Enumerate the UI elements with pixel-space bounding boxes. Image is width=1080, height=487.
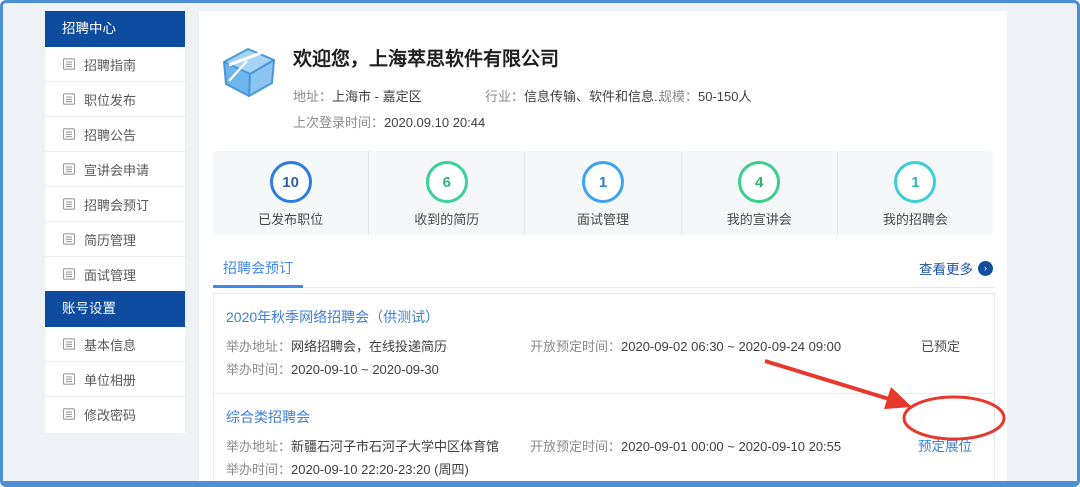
address-field: 地址：上海市 - 嘉定区 xyxy=(293,89,422,104)
scale-field: 规模：50-150人 xyxy=(659,86,752,105)
scale-label: 规模： xyxy=(659,89,698,104)
company-meta-row: 地址：上海市 - 嘉定区 行业：信息传输、软件和信息... 规模：50-150人 xyxy=(293,86,993,105)
sidebar: 招聘中心 招聘指南 职位发布 招聘公告 宣讲会申请 招聘会预订 简历管理 面试管… xyxy=(45,11,185,433)
stat-received-resumes[interactable]: 6 收到的简历 xyxy=(368,151,524,235)
sidebar-item-label: 招聘公告 xyxy=(84,125,136,144)
stat-circle-my-seminars: 4 xyxy=(738,161,780,203)
jobfair-time-line: 举办时间：2020-09-10 22:20-23:20 (周四) xyxy=(226,461,978,479)
document-icon xyxy=(62,232,76,246)
sidebar-item-label: 单位相册 xyxy=(84,370,136,389)
held-time-value: 2020-09-10 ~ 2020-09-30 xyxy=(291,362,439,377)
venue-label: 举办地址： xyxy=(226,339,291,354)
sidebar-item-label: 宣讲会申请 xyxy=(84,160,149,179)
document-icon xyxy=(62,267,76,281)
sidebar-item-company-album[interactable]: 单位相册 xyxy=(45,361,185,396)
sidebar-item-job-publish[interactable]: 职位发布 xyxy=(45,81,185,116)
document-icon xyxy=(62,407,76,421)
sidebar-item-change-password[interactable]: 修改密码 xyxy=(45,396,185,431)
document-icon xyxy=(62,92,76,106)
sidebar-section-recruit-center: 招聘中心 xyxy=(45,11,185,47)
jobfair-title-link[interactable]: 综合类招聘会 xyxy=(226,407,310,427)
industry-label: 行业： xyxy=(485,89,524,104)
stat-label: 已发布职位 xyxy=(258,209,323,228)
venue-value: 网络招聘会，在线投递简历 xyxy=(291,339,447,354)
sidebar-item-label: 基本信息 xyxy=(84,335,136,354)
last-login-field: 上次登录时间：2020.09.10 20:44 xyxy=(293,112,485,131)
sidebar-item-label: 职位发布 xyxy=(84,90,136,109)
stat-label: 我的招聘会 xyxy=(883,209,948,228)
view-more-label: 查看更多 xyxy=(919,258,973,278)
stat-circle-interview-manage: 1 xyxy=(582,161,624,203)
jobfair-row-comprehensive: 综合类招聘会 举办地址：新疆石河子市石河子大学中区体育馆 开放预定时间：2020… xyxy=(214,393,994,487)
sidebar-section-account-settings: 账号设置 xyxy=(45,291,185,327)
document-icon xyxy=(62,337,76,351)
jobfair-detail-line: 举办地址：网络招聘会，在线投递简历 开放预定时间：2020-09-02 06:3… xyxy=(226,338,978,356)
held-time-label: 举办时间： xyxy=(226,462,291,477)
sidebar-item-seminar-apply[interactable]: 宣讲会申请 xyxy=(45,151,185,186)
address-label: 地址： xyxy=(293,89,332,104)
stat-published-jobs[interactable]: 10 已发布职位 xyxy=(213,151,368,235)
document-icon xyxy=(62,57,76,71)
sidebar-item-recruit-notice[interactable]: 招聘公告 xyxy=(45,116,185,151)
sidebar-item-label: 修改密码 xyxy=(84,405,136,424)
document-icon xyxy=(62,372,76,386)
held-time-label: 举办时间： xyxy=(226,362,291,377)
open-time-value: 2020-09-02 06:30 ~ 2020-09-24 09:00 xyxy=(621,339,841,354)
app-window: 招聘中心 招聘指南 职位发布 招聘公告 宣讲会申请 招聘会预订 简历管理 面试管… xyxy=(0,0,1080,487)
jobfair-detail-line: 举办地址：新疆石河子市石河子大学中区体育馆 开放预定时间：2020-09-01 … xyxy=(226,438,978,456)
stat-interview-manage[interactable]: 1 面试管理 xyxy=(524,151,680,235)
open-time-label: 开放预定时间： xyxy=(530,439,621,454)
jobfair-row-autumn-online: 2020年秋季网络招聘会（供测试） 举办地址：网络招聘会，在线投递简历 开放预定… xyxy=(214,294,994,393)
stat-my-seminars[interactable]: 4 我的宣讲会 xyxy=(681,151,837,235)
company-logo-icon xyxy=(217,39,281,103)
industry-value: 信息传输、软件和信息... xyxy=(524,89,665,104)
stat-label: 收到的简历 xyxy=(414,209,479,228)
address-value: 上海市 - 嘉定区 xyxy=(332,89,422,104)
status-badge-booked: 已预定 xyxy=(921,338,960,356)
last-login-label: 上次登录时间： xyxy=(293,115,384,130)
stat-label: 我的宣讲会 xyxy=(727,209,792,228)
sidebar-item-label: 招聘指南 xyxy=(84,55,136,74)
sidebar-item-label: 面试管理 xyxy=(84,265,136,284)
document-icon xyxy=(62,162,76,176)
venue-value: 新疆石河子市石河子大学中区体育馆 xyxy=(291,439,499,454)
welcome-title: 欢迎您，上海萃思软件有限公司 xyxy=(293,44,559,71)
stat-my-jobfairs[interactable]: 1 我的招聘会 xyxy=(837,151,993,235)
book-booth-link[interactable]: 预定展位 xyxy=(918,438,972,456)
sidebar-item-interview-manage[interactable]: 面试管理 xyxy=(45,256,185,291)
stats-bar: 10 已发布职位 6 收到的简历 1 面试管理 4 我的宣讲会 1 我的招聘会 xyxy=(213,151,993,235)
jobfair-section-header: 招聘会预订 查看更多 › xyxy=(213,249,995,288)
sidebar-item-basic-info[interactable]: 基本信息 xyxy=(45,327,185,361)
venue-label: 举办地址： xyxy=(226,439,291,454)
stat-circle-received-resumes: 6 xyxy=(426,161,468,203)
open-time-field: 开放预定时间：2020-09-02 06:30 ~ 2020-09-24 09:… xyxy=(530,338,841,356)
stat-circle-my-jobfairs: 1 xyxy=(894,161,936,203)
tab-jobfair-booking[interactable]: 招聘会预订 xyxy=(213,250,303,288)
last-login-value: 2020.09.10 20:44 xyxy=(384,115,485,130)
jobfair-list-card: 2020年秋季网络招聘会（供测试） 举办地址：网络招聘会，在线投递简历 开放预定… xyxy=(213,293,995,487)
sidebar-item-jobfair-booking[interactable]: 招聘会预订 xyxy=(45,186,185,221)
main-panel: 欢迎您，上海萃思软件有限公司 地址：上海市 - 嘉定区 行业：信息传输、软件和信… xyxy=(199,11,1007,481)
scale-value: 50-150人 xyxy=(698,89,751,104)
view-more-link[interactable]: 查看更多 › xyxy=(919,258,993,278)
sidebar-item-resume-manage[interactable]: 简历管理 xyxy=(45,221,185,256)
stat-circle-published-jobs: 10 xyxy=(270,161,312,203)
open-time-label: 开放预定时间： xyxy=(530,339,621,354)
stat-label: 面试管理 xyxy=(577,209,629,228)
sidebar-item-label: 招聘会预订 xyxy=(84,195,149,214)
open-time-field: 开放预定时间：2020-09-01 00:00 ~ 2020-09-10 20:… xyxy=(530,438,841,456)
open-time-value: 2020-09-01 00:00 ~ 2020-09-10 20:55 xyxy=(621,439,841,454)
jobfair-title-link[interactable]: 2020年秋季网络招聘会（供测试） xyxy=(226,307,439,327)
sidebar-item-recruit-guide[interactable]: 招聘指南 xyxy=(45,47,185,81)
held-time-value: 2020-09-10 22:20-23:20 (周四) xyxy=(291,462,469,477)
jobfair-time-line: 举办时间：2020-09-10 ~ 2020-09-30 xyxy=(226,361,978,379)
document-icon xyxy=(62,197,76,211)
document-icon xyxy=(62,127,76,141)
chevron-right-circle-icon: › xyxy=(978,261,993,276)
industry-field: 行业：信息传输、软件和信息... xyxy=(485,86,665,105)
sidebar-item-label: 简历管理 xyxy=(84,230,136,249)
